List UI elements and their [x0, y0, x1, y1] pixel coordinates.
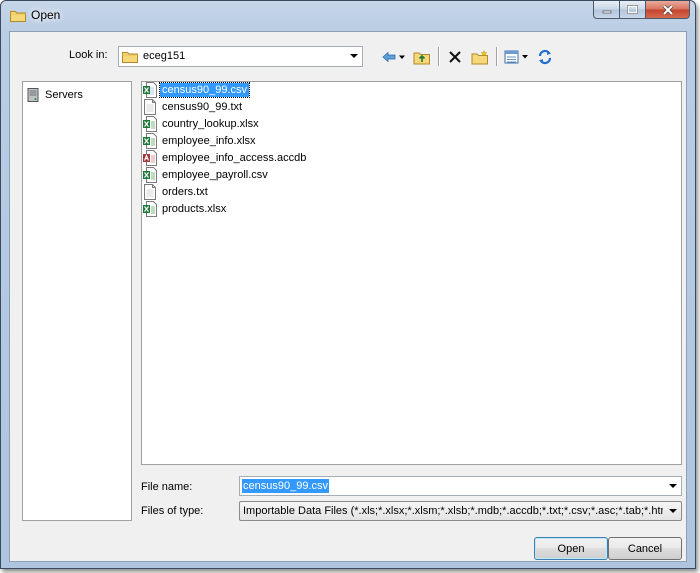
csv-file-icon [143, 167, 157, 183]
file-item[interactable]: census90_99.csv [143, 82, 250, 98]
csv-file-icon [143, 82, 157, 98]
place-label: Servers [45, 89, 83, 101]
file-item[interactable]: orders.txt [143, 184, 210, 200]
chevron-down-icon [669, 509, 677, 513]
refresh-button[interactable] [534, 46, 556, 68]
minimize-icon [602, 10, 611, 13]
file-type-dropdown[interactable]: Importable Data Files (*.xls;*.xlsx;*.xl… [239, 501, 682, 521]
file-item[interactable]: products.xlsx [143, 201, 228, 217]
file-name-value: census90_99.csv [242, 479, 329, 493]
maximize-icon [627, 5, 638, 14]
folder-icon [122, 50, 138, 66]
file-type-value: Importable Data Files (*.xls;*.xlsx;*.xl… [243, 505, 663, 517]
close-button[interactable] [646, 1, 690, 19]
minimize-button[interactable] [593, 1, 620, 19]
file-item[interactable]: country_lookup.xlsx [143, 116, 261, 132]
file-name: census90_99.txt [162, 101, 243, 113]
file-item[interactable]: employee_info.xlsx [143, 133, 258, 149]
open-button[interactable]: Open [534, 537, 608, 560]
file-name: employee_info_access.accdb [162, 152, 307, 164]
excel-file-icon [143, 133, 157, 149]
chevron-down-icon[interactable] [669, 484, 677, 488]
delete-button[interactable] [444, 46, 466, 68]
new-folder-icon [471, 49, 488, 64]
refresh-icon [538, 49, 552, 65]
dialog-body: Look in: eceg151 Servers census90_99.csv… [9, 31, 687, 562]
views-menu-button[interactable] [502, 46, 532, 68]
title-bar[interactable]: Open [1, 1, 695, 31]
up-folder-button[interactable] [411, 46, 433, 68]
file-name: country_lookup.xlsx [162, 118, 259, 130]
views-icon [504, 50, 528, 64]
file-name: products.xlsx [162, 203, 227, 215]
excel-file-icon [143, 201, 157, 217]
open-dialog: Open Look in: eceg151 Servers census90_9… [0, 0, 696, 569]
look-in-value: eceg151 [143, 50, 186, 62]
maximize-button[interactable] [620, 1, 646, 19]
delete-icon [449, 51, 461, 63]
file-item[interactable]: employee_info_access.accdb [143, 150, 308, 166]
place-servers[interactable]: Servers [27, 88, 83, 102]
file-list[interactable]: census90_99.csv census90_99.txt country_… [141, 81, 682, 465]
access-file-icon [143, 150, 157, 166]
server-icon [27, 88, 39, 102]
file-name-input[interactable]: census90_99.csv [239, 476, 682, 496]
file-name: employee_info.xlsx [162, 135, 256, 147]
file-name: orders.txt [162, 186, 208, 198]
file-name-label: File name: [141, 481, 193, 493]
places-bar: Servers [22, 81, 132, 521]
file-name: census90_99.csv [159, 82, 250, 98]
cancel-button[interactable]: Cancel [608, 537, 682, 560]
chevron-down-icon [350, 54, 358, 58]
back-arrow-icon [382, 51, 405, 63]
window-title: Open [31, 8, 61, 22]
look-in-label: Look in: [69, 49, 108, 61]
close-icon [662, 4, 673, 15]
look-in-dropdown[interactable]: eceg151 [118, 46, 363, 67]
file-item[interactable]: employee_payroll.csv [143, 167, 270, 183]
text-file-icon [143, 99, 157, 115]
excel-file-icon [143, 116, 157, 132]
file-type-label: Files of type: [141, 505, 204, 517]
text-file-icon [143, 184, 157, 200]
up-folder-icon [413, 52, 430, 64]
folder-icon [10, 9, 26, 25]
back-button[interactable] [380, 46, 408, 68]
file-item[interactable]: census90_99.txt [143, 99, 244, 115]
new-folder-button[interactable] [469, 46, 491, 68]
file-name: employee_payroll.csv [162, 169, 268, 181]
